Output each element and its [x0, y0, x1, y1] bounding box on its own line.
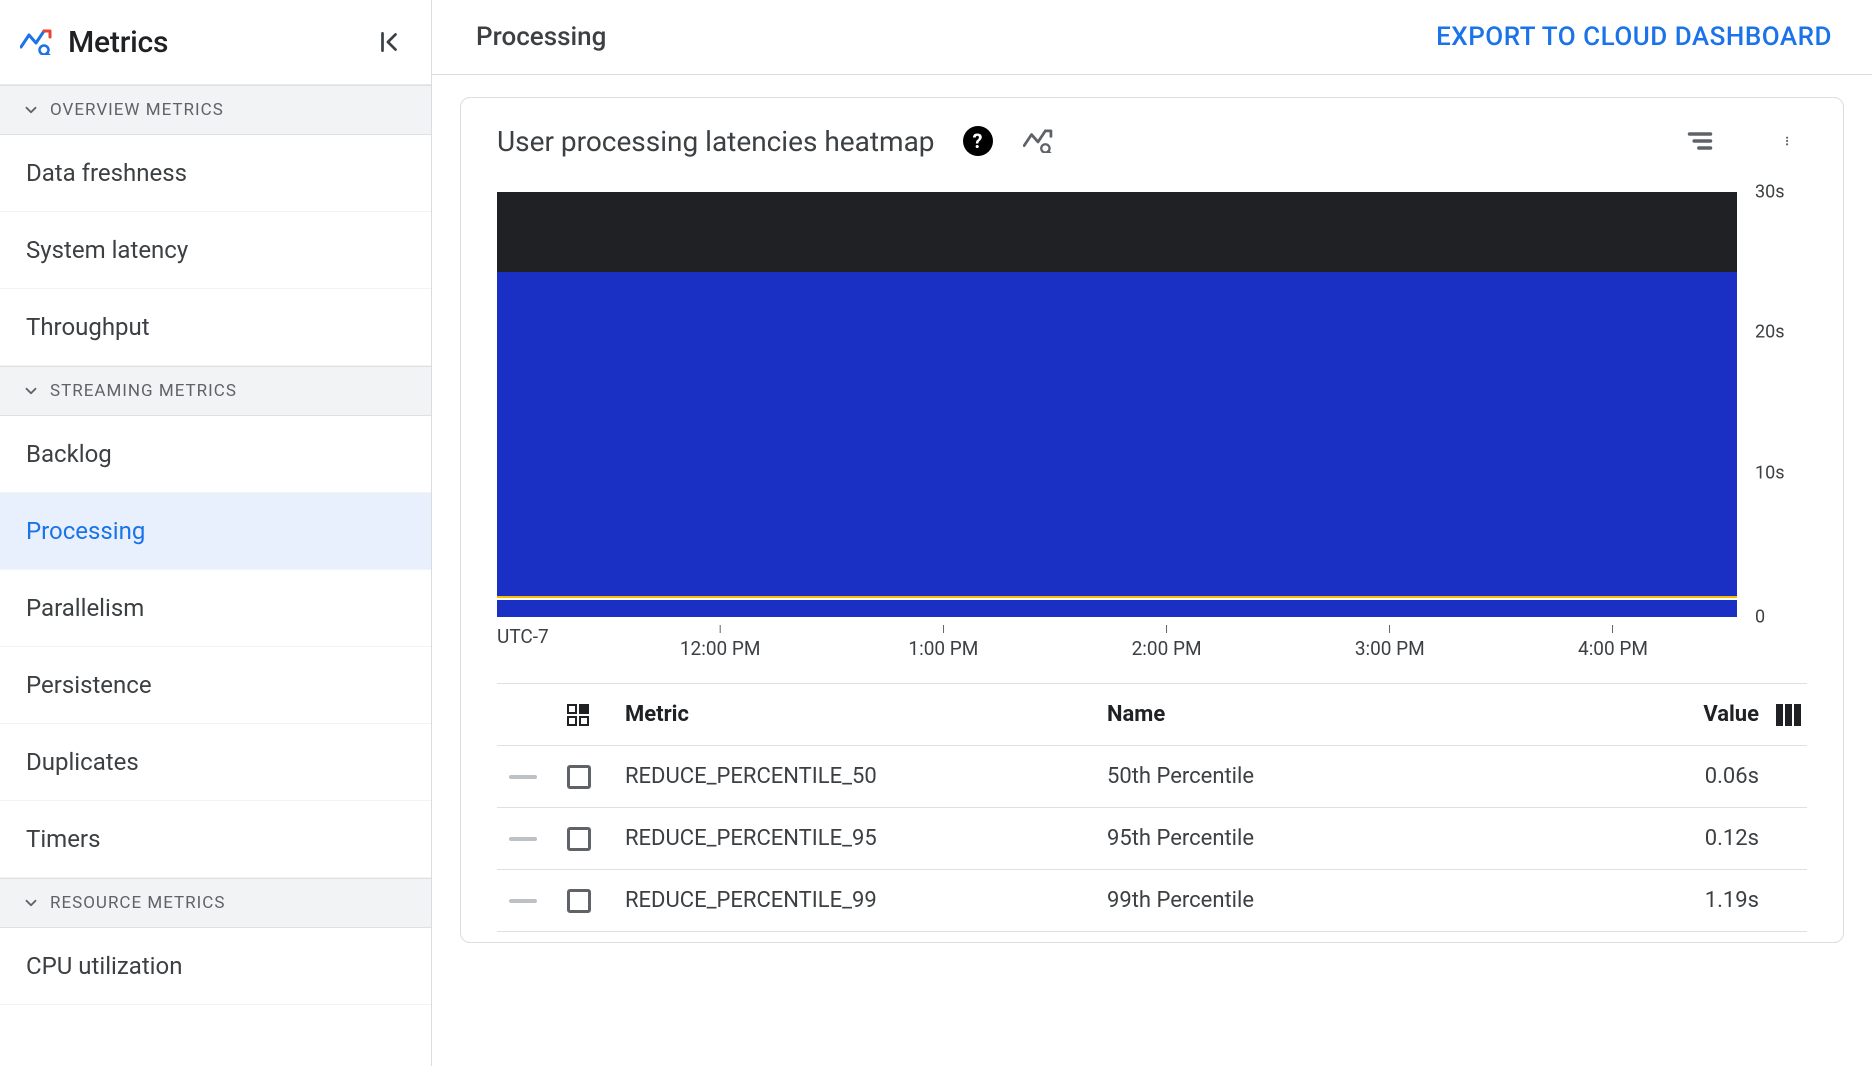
toggle-legend-button[interactable] — [1683, 124, 1717, 158]
x-tick: 2:00 PM — [1132, 625, 1202, 660]
section-header[interactable]: OVERVIEW METRICS — [0, 85, 431, 135]
sidebar-item-label: Throughput — [26, 313, 150, 341]
heatmap-chart[interactable]: 30s 20s 10s 0 UTC-7 12:00 PM 1:00 PM 2:00 … — [497, 192, 1807, 665]
cell-name: 95th Percentile — [1107, 826, 1599, 851]
sidebar-item-label: System latency — [26, 236, 188, 264]
sidebar-item-throughput[interactable]: Throughput — [0, 289, 431, 366]
card-title: User processing latencies heatmap — [497, 125, 935, 158]
help-icon[interactable]: ? — [963, 126, 993, 156]
cell-name: 99th Percentile — [1107, 888, 1599, 913]
table-header-row: Metric Name Value — [497, 683, 1807, 746]
row-checkbox[interactable] — [567, 827, 591, 851]
x-tick: 3:00 PM — [1355, 625, 1425, 660]
drag-handle-icon[interactable] — [509, 775, 537, 779]
heatmap-band-sparse — [497, 192, 1737, 272]
chevron-down-icon — [22, 101, 40, 119]
y-tick: 0 — [1755, 607, 1765, 628]
sidebar-item-backlog[interactable]: Backlog — [0, 416, 431, 493]
sidebar-item-system-latency[interactable]: System latency — [0, 212, 431, 289]
row-checkbox[interactable] — [567, 889, 591, 913]
sidebar-item-timers[interactable]: Timers — [0, 801, 431, 878]
sidebar-title: Metrics — [68, 25, 168, 60]
sidebar-item-label: Backlog — [26, 440, 112, 468]
cell-value: 0.06s — [1599, 764, 1759, 789]
main-header: Processing EXPORT TO CLOUD DASHBOARD — [432, 0, 1872, 75]
export-to-dashboard-button[interactable]: EXPORT TO CLOUD DASHBOARD — [1436, 22, 1832, 52]
x-tick: 1:00 PM — [908, 625, 978, 660]
sidebar-item-cpu-utilization[interactable]: CPU utilization — [0, 928, 431, 1005]
sidebar-item-parallelism[interactable]: Parallelism — [0, 570, 431, 647]
sidebar-item-label: Persistence — [26, 671, 152, 699]
cell-metric: REDUCE_PERCENTILE_50 — [615, 764, 1107, 789]
y-tick: 20s — [1755, 322, 1785, 343]
cell-value: 1.19s — [1599, 888, 1759, 913]
page-title: Processing — [476, 22, 606, 52]
sidebar-item-persistence[interactable]: Persistence — [0, 647, 431, 724]
table-row[interactable]: REDUCE_PERCENTILE_95 95th Percentile 0.1… — [497, 808, 1807, 870]
metrics-logo-icon — [20, 29, 52, 55]
sidebar-item-duplicates[interactable]: Duplicates — [0, 724, 431, 801]
sidebar-item-label: CPU utilization — [26, 952, 182, 980]
metrics-table: Metric Name Value REDUCE_PERCENTILE_50 5… — [497, 683, 1807, 932]
x-tick: 4:00 PM — [1578, 625, 1648, 660]
table-row[interactable]: REDUCE_PERCENTILE_50 50th Percentile 0.0… — [497, 746, 1807, 808]
sidebar-header: Metrics — [0, 0, 431, 85]
col-name[interactable]: Name — [1107, 702, 1599, 727]
drag-handle-icon[interactable] — [509, 899, 537, 903]
chevron-down-icon — [22, 894, 40, 912]
y-tick: 30s — [1755, 182, 1785, 203]
sidebar-item-processing[interactable]: Processing — [0, 493, 431, 570]
cell-name: 50th Percentile — [1107, 764, 1599, 789]
row-checkbox[interactable] — [567, 765, 591, 789]
select-all-toggle-icon[interactable] — [567, 704, 591, 726]
chart-x-axis: UTC-7 12:00 PM 1:00 PM 2:00 PM 3:00 PM 4:00 … — [497, 625, 1737, 665]
sidebar-item-label: Processing — [26, 517, 145, 545]
section-label: OVERVIEW METRICS — [50, 100, 224, 120]
heatmap-band-dense-lower — [497, 600, 1737, 617]
open-in-metrics-explorer-button[interactable] — [1021, 124, 1055, 158]
chevron-down-icon — [22, 382, 40, 400]
y-tick: 10s — [1755, 462, 1785, 483]
sidebar-item-label: Duplicates — [26, 748, 139, 776]
more-options-button[interactable] — [1773, 124, 1807, 158]
column-picker-icon[interactable] — [1776, 704, 1801, 726]
heatmap-p99-line — [497, 596, 1737, 598]
section-header[interactable]: RESOURCE METRICS — [0, 878, 431, 928]
sidebar-item-label: Data freshness — [26, 159, 187, 187]
chart-y-axis: 30s 20s 10s 0 — [1747, 192, 1807, 617]
table-row[interactable]: REDUCE_PERCENTILE_99 99th Percentile 1.1… — [497, 870, 1807, 932]
sidebar-item-label: Timers — [26, 825, 100, 853]
x-axis-timezone: UTC-7 — [497, 625, 549, 648]
cell-value: 0.12s — [1599, 826, 1759, 851]
cell-metric: REDUCE_PERCENTILE_99 — [615, 888, 1107, 913]
collapse-sidebar-button[interactable] — [371, 24, 407, 60]
section-header[interactable]: STREAMING METRICS — [0, 366, 431, 416]
col-value[interactable]: Value — [1599, 702, 1759, 727]
section-label: STREAMING METRICS — [50, 381, 237, 401]
sidebar: Metrics OVERVIEW METRICS Data freshness … — [0, 0, 432, 1066]
sidebar-item-label: Parallelism — [26, 594, 144, 622]
card-header: User processing latencies heatmap ? — [497, 124, 1807, 158]
section-label: RESOURCE METRICS — [50, 893, 225, 913]
sidebar-item-data-freshness[interactable]: Data freshness — [0, 135, 431, 212]
col-metric[interactable]: Metric — [615, 702, 1107, 727]
drag-handle-icon[interactable] — [509, 837, 537, 841]
x-tick: 12:00 PM — [680, 625, 761, 660]
cell-metric: REDUCE_PERCENTILE_95 — [615, 826, 1107, 851]
heatmap-band-dense-upper — [497, 272, 1737, 598]
main: Processing EXPORT TO CLOUD DASHBOARD Use… — [432, 0, 1872, 1066]
chart-plot-area[interactable] — [497, 192, 1737, 617]
latency-heatmap-card: User processing latencies heatmap ? — [460, 97, 1844, 943]
